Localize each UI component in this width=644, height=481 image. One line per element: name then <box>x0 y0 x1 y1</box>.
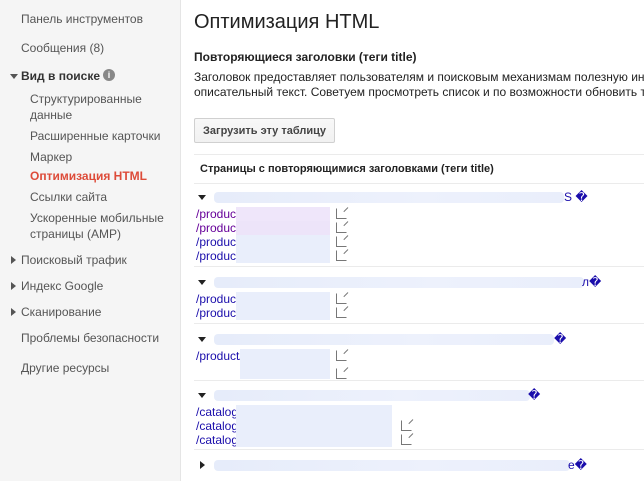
divider <box>194 266 644 267</box>
title-tail: � <box>554 332 567 346</box>
url-link[interactable]: /product <box>196 306 239 320</box>
title-tail: � <box>528 388 541 402</box>
external-link-icon[interactable] <box>336 208 347 219</box>
redacted-title <box>214 277 584 288</box>
redacted-url <box>236 405 392 419</box>
download-table-button[interactable]: Загрузить эту таблицу <box>194 118 335 143</box>
redacted-title <box>214 192 564 203</box>
sidebar-item-other-resources[interactable]: Другие ресурсы <box>21 360 109 376</box>
sidebar-item-messages[interactable]: Сообщения (8) <box>21 40 104 56</box>
external-link-icon[interactable] <box>336 222 347 233</box>
redacted-url <box>236 249 330 263</box>
title-tail: S � <box>564 190 588 204</box>
redacted-url <box>236 433 392 447</box>
table-header-label: Страницы с повторяющимися заголовками (т… <box>200 163 494 175</box>
description-line: Заголовок предоставляет пользователям и … <box>194 70 644 84</box>
info-icon[interactable]: i <box>103 69 115 81</box>
title-group: S � /product /product /product /product <box>194 189 644 263</box>
title-group: � /product/ <box>194 331 644 381</box>
expand-right-icon[interactable] <box>11 256 16 264</box>
sidebar-item-rich-cards[interactable]: Расширенные карточки <box>30 128 160 144</box>
external-link-icon[interactable] <box>336 350 347 361</box>
external-link-icon[interactable] <box>401 434 412 445</box>
title-tail: e� <box>568 458 587 472</box>
external-link-icon[interactable] <box>336 368 347 379</box>
sidebar-item-google-index[interactable]: Индекс Google <box>21 278 103 294</box>
redacted-url <box>236 419 392 433</box>
page-title: Оптимизация HTML <box>194 11 380 33</box>
redacted-title <box>214 460 570 471</box>
sidebar-item-crawl[interactable]: Сканирование <box>21 304 101 320</box>
url-link[interactable]: /product <box>196 235 239 249</box>
title-group: e� <box>194 457 644 475</box>
title-tail: л� <box>582 275 602 289</box>
collapse-icon[interactable] <box>198 337 206 342</box>
external-link-icon[interactable] <box>401 420 412 431</box>
url-row[interactable]: /product <box>194 221 644 235</box>
redacted-url <box>236 306 330 320</box>
url-row-extra <box>194 367 644 381</box>
url-link[interactable]: /catalog <box>196 433 238 447</box>
expand-right-icon[interactable] <box>200 461 205 469</box>
url-link[interactable]: /product <box>196 249 239 263</box>
divider <box>194 380 644 381</box>
sidebar-item-dashboard[interactable]: Панель инструментов <box>21 11 143 27</box>
redacted-url <box>236 292 330 306</box>
external-link-icon[interactable] <box>336 293 347 304</box>
url-row[interactable]: /catalog <box>194 405 644 419</box>
sidebar-item-amp-line2[interactable]: страницы (AMP) <box>30 226 121 242</box>
url-link[interactable]: /product/ <box>196 349 243 363</box>
sidebar-item-amp[interactable]: Ускоренные мобильные <box>30 210 164 226</box>
url-link[interactable]: /catalog <box>196 405 238 419</box>
sidebar-item-structured-data-line2[interactable]: данные <box>30 107 72 123</box>
url-link[interactable]: /product <box>196 292 239 306</box>
url-row[interactable]: /product <box>194 235 644 249</box>
collapse-icon[interactable] <box>198 195 206 200</box>
redacted-url <box>236 221 330 235</box>
redacted-title <box>214 334 554 345</box>
redacted-url <box>236 235 330 249</box>
collapse-icon[interactable] <box>198 280 206 285</box>
url-row[interactable]: /product <box>194 249 644 263</box>
redacted-url <box>236 207 330 221</box>
url-row[interactable]: /catalog <box>194 419 644 433</box>
url-row[interactable]: /product <box>194 292 644 306</box>
url-link[interactable]: /product <box>196 221 239 235</box>
url-link[interactable]: /product <box>196 207 239 221</box>
external-link-icon[interactable] <box>336 236 347 247</box>
external-link-icon[interactable] <box>336 250 347 261</box>
title-group: л� /product /product <box>194 274 644 320</box>
group-header[interactable]: � <box>194 331 644 349</box>
sidebar-item-html-optimization[interactable]: Оптимизация HTML <box>30 168 147 184</box>
title-group: � /catalog /catalog /catalog <box>194 387 644 447</box>
group-header[interactable]: S � <box>194 189 644 207</box>
expand-right-icon[interactable] <box>11 282 16 290</box>
sidebar-item-structured-data[interactable]: Структурированные <box>30 91 142 107</box>
sidebar-item-search-traffic[interactable]: Поисковый трафик <box>21 252 127 268</box>
group-header[interactable]: л� <box>194 274 644 292</box>
group-header[interactable]: e� <box>194 457 644 475</box>
sidebar: Панель инструментов Сообщения (8) Вид в … <box>0 0 181 481</box>
collapse-icon[interactable] <box>198 393 206 398</box>
expand-down-icon[interactable] <box>10 74 18 79</box>
url-row[interactable]: /product <box>194 207 644 221</box>
section-description: Заголовок предоставляет пользователям и … <box>194 70 644 100</box>
expand-right-icon[interactable] <box>11 308 16 316</box>
group-header[interactable]: � <box>194 387 644 405</box>
divider <box>194 323 644 324</box>
external-link-icon[interactable] <box>336 307 347 318</box>
url-row[interactable]: /product/ <box>194 349 644 379</box>
url-row[interactable]: /product <box>194 306 644 320</box>
sidebar-item-sitelinks[interactable]: Ссылки сайта <box>30 189 107 205</box>
sidebar-item-security[interactable]: Проблемы безопасности <box>21 330 159 346</box>
sidebar-item-marker[interactable]: Маркер <box>30 149 72 165</box>
table-header: Страницы с повторяющимися заголовками (т… <box>194 154 644 184</box>
description-line: описательный текст. Советуем просмотреть… <box>194 85 644 99</box>
url-link[interactable]: /catalog <box>196 419 238 433</box>
section-title: Повторяющиеся заголовки (теги title) <box>194 50 417 64</box>
sidebar-item-search-appearance[interactable]: Вид в поиске <box>21 68 100 84</box>
divider <box>194 449 644 450</box>
url-row[interactable]: /catalog <box>194 433 644 447</box>
redacted-title <box>214 390 530 401</box>
